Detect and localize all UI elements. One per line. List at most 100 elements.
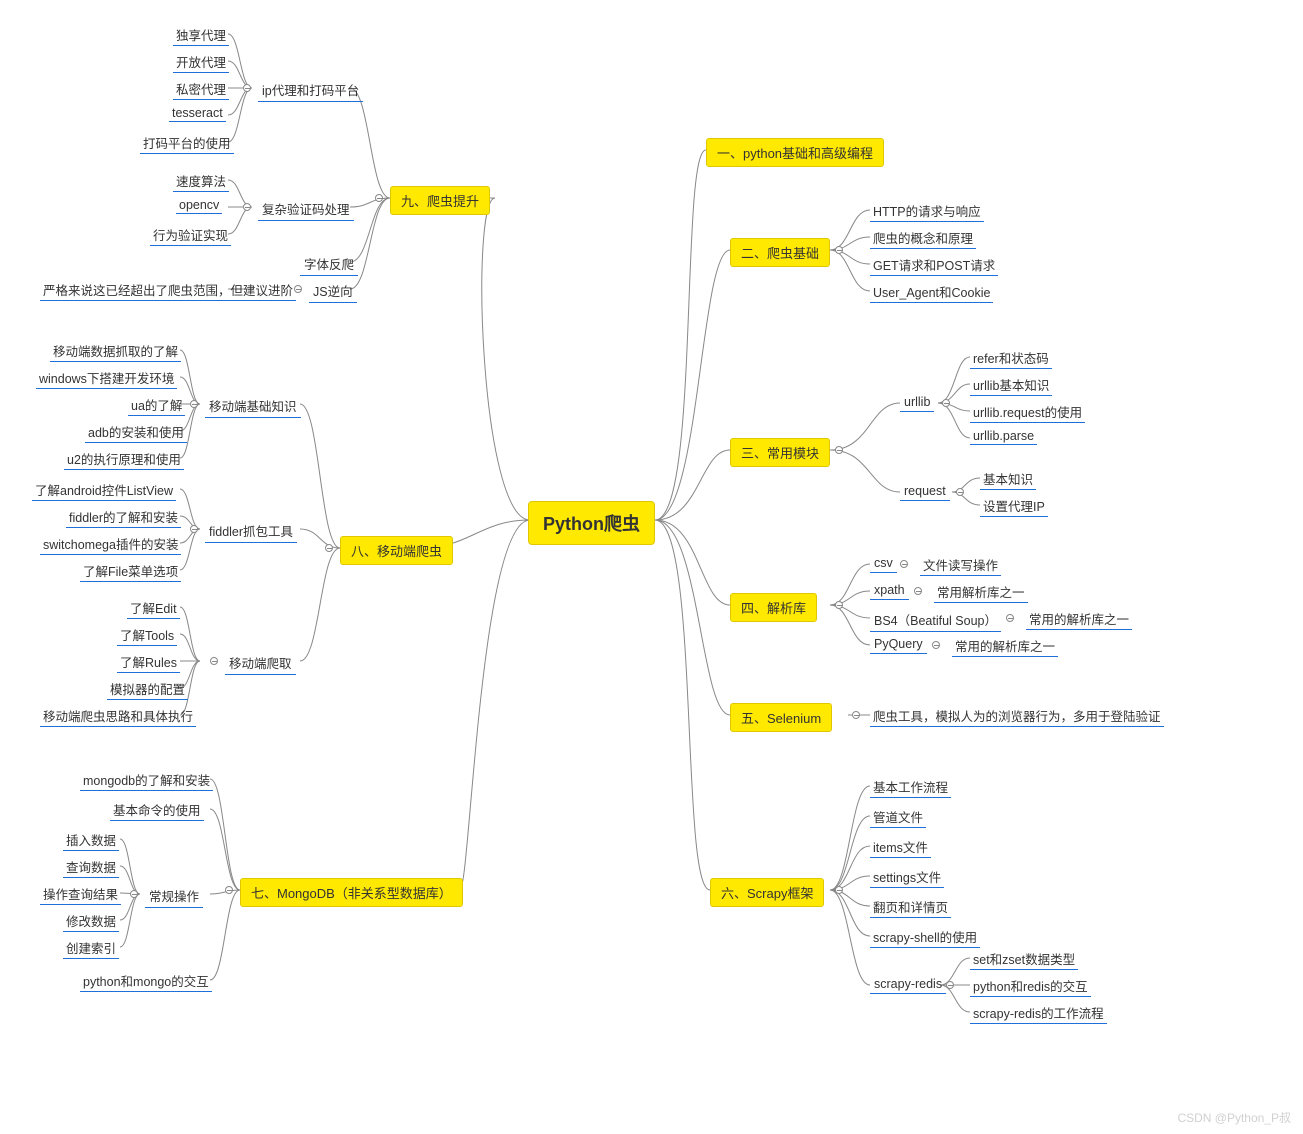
b7-ops-item[interactable]: 创建索引 [63,937,119,959]
expand-dot[interactable] [375,194,383,202]
b9-g1-item[interactable]: 开放代理 [173,51,229,73]
b4-v0[interactable]: 文件读写操作 [920,554,1001,576]
b4-v3[interactable]: 常用的解析库之一 [952,635,1058,657]
b2-item[interactable]: User_Agent和Cookie [870,281,993,303]
b6-item[interactable]: 基本工作流程 [870,776,951,798]
b7-ops-item[interactable]: 查询数据 [63,856,119,878]
b9-g3[interactable]: 字体反爬 [300,252,358,276]
b4-k0[interactable]: csv [870,554,897,573]
b3-urllib-item[interactable]: refer和状态码 [970,347,1052,369]
b2-item[interactable]: GET请求和POST请求 [870,254,998,276]
b4-v2[interactable]: 常用的解析库之一 [1026,608,1132,630]
b7-top[interactable]: 基本命令的使用 [110,799,204,821]
expand-dot[interactable] [956,488,964,496]
b8-g3-item[interactable]: 了解Rules [117,651,180,673]
branch-3[interactable]: 三、常用模块 [730,438,830,467]
b5-desc[interactable]: 爬虫工具，模拟人为的浏览器行为，多用于登陆验证 [870,705,1164,727]
b6-redis[interactable]: scrapy-redis [870,975,946,994]
b7-top[interactable]: mongodb的了解和安装 [80,769,213,791]
b4-k2[interactable]: BS4（Beatiful Soup） [870,608,1001,632]
b6-redis-item[interactable]: set和zset数据类型 [970,948,1078,970]
b8-g1-item[interactable]: adb的安装和使用 [85,421,187,443]
expand-dot[interactable] [835,446,843,454]
b7-ops-item[interactable]: 修改数据 [63,910,119,932]
expand-dot[interactable] [190,525,198,533]
branch-4[interactable]: 四、解析库 [730,593,817,622]
b3-request-item[interactable]: 基本知识 [980,468,1036,490]
b7-bottom[interactable]: python和mongo的交互 [80,970,212,992]
b9-g4[interactable]: JS逆向 [309,279,357,303]
b4-v1[interactable]: 常用解析库之一 [934,581,1028,603]
expand-dot[interactable] [225,886,233,894]
b3-urllib[interactable]: urllib [900,393,934,412]
b8-g3-item[interactable]: 了解Edit [127,597,180,619]
b8-g2-item[interactable]: 了解File菜单选项 [80,560,181,582]
b3-request-item[interactable]: 设置代理IP [980,495,1048,517]
b4-k1[interactable]: xpath [870,581,909,600]
center-topic[interactable]: Python爬虫 [528,501,655,545]
expand-dot[interactable] [852,711,860,719]
b3-urllib-item[interactable]: urllib.parse [970,428,1037,445]
b8-g1-item[interactable]: windows下搭建开发环境 [36,367,177,389]
b6-redis-item[interactable]: scrapy-redis的工作流程 [970,1002,1107,1024]
branch-8[interactable]: 八、移动端爬虫 [340,536,453,565]
expand-dot[interactable] [835,246,843,254]
b8-g2-item[interactable]: fiddler的了解和安装 [66,506,181,528]
b8-g3-item[interactable]: 了解Tools [117,624,177,646]
expand-dot[interactable] [210,657,218,665]
branch-9[interactable]: 九、爬虫提升 [390,186,490,215]
expand-dot[interactable] [1006,614,1014,622]
b9-g1-item[interactable]: 打码平台的使用 [140,132,234,154]
expand-dot[interactable] [243,203,251,211]
branch-1[interactable]: 一、python基础和高级编程 [706,138,884,167]
b9-g1-item[interactable]: 私密代理 [173,78,229,100]
expand-dot[interactable] [900,560,908,568]
expand-dot[interactable] [130,890,138,898]
b8-g1-item[interactable]: ua的了解 [128,394,185,416]
expand-dot[interactable] [946,981,954,989]
b8-g2-item[interactable]: 了解android控件ListView [32,479,176,501]
b9-g2-item[interactable]: opencv [176,197,222,214]
b6-redis-item[interactable]: python和redis的交互 [970,975,1091,997]
b6-item[interactable]: items文件 [870,836,931,858]
b8-g3[interactable]: 移动端爬取 [225,651,296,675]
b9-g2-item[interactable]: 速度算法 [173,170,229,192]
b7-ops-item[interactable]: 插入数据 [63,829,119,851]
expand-dot[interactable] [325,544,333,552]
b7-ops[interactable]: 常规操作 [145,884,203,908]
b8-g1-item[interactable]: 移动端数据抓取的了解 [50,340,181,362]
branch-5[interactable]: 五、Selenium [730,703,832,732]
expand-dot[interactable] [932,641,940,649]
b3-request[interactable]: request [900,482,950,501]
b9-g2[interactable]: 复杂验证码处理 [258,197,354,221]
b6-item[interactable]: scrapy-shell的使用 [870,926,980,948]
b6-item[interactable]: settings文件 [870,866,944,888]
b2-item[interactable]: 爬虫的概念和原理 [870,227,976,249]
b9-g4-note[interactable]: 严格来说这已经超出了爬虫范围，但建议进阶 [40,279,296,301]
b8-g1-item[interactable]: u2的执行原理和使用 [64,448,184,470]
b8-g3-item[interactable]: 模拟器的配置 [107,678,188,700]
b9-g2-item[interactable]: 行为验证实现 [150,224,231,246]
b9-g1-item[interactable]: tesseract [169,105,226,122]
expand-dot[interactable] [190,400,198,408]
expand-dot[interactable] [835,886,843,894]
b9-g1[interactable]: ip代理和打码平台 [258,78,363,102]
b8-g2[interactable]: fiddler抓包工具 [205,519,297,543]
expand-dot[interactable] [243,84,251,92]
branch-6[interactable]: 六、Scrapy框架 [710,878,824,907]
b8-g1[interactable]: 移动端基础知识 [205,394,301,418]
b2-item[interactable]: HTTP的请求与响应 [870,200,984,222]
branch-2[interactable]: 二、爬虫基础 [730,238,830,267]
b8-g2-item[interactable]: switchomega插件的安装 [40,533,181,555]
expand-dot[interactable] [914,587,922,595]
b3-urllib-item[interactable]: urllib.request的使用 [970,401,1085,423]
branch-7[interactable]: 七、MongoDB（非关系型数据库） [240,878,463,907]
b3-urllib-item[interactable]: urllib基本知识 [970,374,1052,396]
b9-g1-item[interactable]: 独享代理 [173,24,229,46]
b6-item[interactable]: 管道文件 [870,806,926,828]
b4-k3[interactable]: PyQuery [870,635,927,654]
b8-g3-item[interactable]: 移动端爬虫思路和具体执行 [40,705,196,727]
expand-dot[interactable] [835,601,843,609]
b6-item[interactable]: 翻页和详情页 [870,896,951,918]
b7-ops-item[interactable]: 操作查询结果 [40,883,121,905]
